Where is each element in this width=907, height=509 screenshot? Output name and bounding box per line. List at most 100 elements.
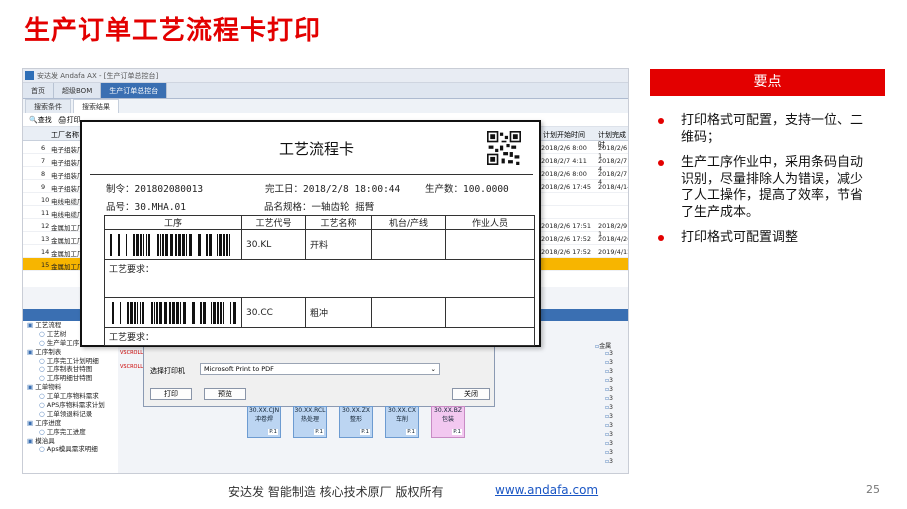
- process-name: 开料: [305, 229, 372, 260]
- folder-icon: ▣: [27, 436, 34, 445]
- machine-cell: [371, 229, 446, 260]
- folder-icon: ▣: [27, 321, 34, 329]
- flow-node[interactable]: 30.XX.CX 车削 P.1: [385, 406, 419, 438]
- tree-item[interactable]: ▫3: [593, 422, 628, 431]
- tree-item[interactable]: ▫3: [593, 386, 628, 395]
- row-factory: 金属加工厂: [51, 224, 84, 232]
- tree-item[interactable]: ○ 工序完工进度: [23, 428, 118, 437]
- node-icon: ○: [39, 365, 45, 374]
- flow-code: 30.XX.CJN: [248, 407, 280, 414]
- preview-button[interactable]: 预览: [204, 388, 246, 400]
- flow-page: P.1: [314, 429, 324, 435]
- tab-search-results[interactable]: 搜索结果: [73, 99, 119, 113]
- node-icon: ○: [39, 427, 45, 436]
- row-number: 15: [41, 261, 50, 269]
- tree-item[interactable]: ▫3: [593, 377, 628, 386]
- list-item: 打印格式可配置调整: [654, 230, 872, 247]
- row-factory: 金属加工厂: [51, 237, 84, 245]
- row-number: 7: [41, 157, 46, 165]
- node-icon: ○: [39, 356, 45, 365]
- tab-home[interactable]: 首页: [23, 83, 54, 98]
- node-icon: ○: [39, 401, 45, 410]
- flow-code: 30.XX.CX: [388, 407, 416, 414]
- flow-node[interactable]: 30.XX.RCL 热处理 P.1: [293, 406, 327, 438]
- flow-node[interactable]: 30.XX.CJN 冲卷焊 P.1: [247, 406, 281, 438]
- tree-item[interactable]: ▫3: [593, 413, 628, 422]
- tree-item[interactable]: ▫3: [593, 458, 628, 467]
- flow-name: 冲卷焊: [254, 416, 273, 423]
- flow-node[interactable]: 30.XX.BZ 包装 P.1: [431, 406, 465, 438]
- tree-item[interactable]: ▫3: [593, 431, 628, 440]
- process-card: 工艺流程卡 制令：201802080013 完工日：2018/2/8 18:00…: [80, 120, 541, 347]
- points-header: 要点: [650, 69, 885, 96]
- col-plan-start[interactable]: 计划开始时间: [543, 130, 585, 140]
- tree-item[interactable]: ▣ 工序进度: [23, 419, 118, 428]
- finish-time: 完工日：2018/2/8 18:00:44: [265, 184, 401, 195]
- points-list: 打印格式可配置，支持一位、二维码； 生产工序作业中，采用条码自动识别，尽量排除人…: [654, 113, 872, 256]
- side-label: VSCROLL: [120, 350, 144, 356]
- flow-page: P.1: [360, 429, 370, 435]
- th-process: 工序: [104, 215, 242, 230]
- window-titlebar: 安达发 Andafa AX - [生产订单总控台]: [23, 69, 628, 83]
- tree-item[interactable]: ▣ 工序制表: [23, 348, 118, 357]
- tree-item[interactable]: ○ 工单工序物料需求: [23, 392, 118, 401]
- tree-item[interactable]: ○ 工序制表甘特图: [23, 365, 118, 374]
- flow-name: 整形: [349, 416, 362, 423]
- row-plan-start: 2018/2/6 17:52: [541, 235, 591, 243]
- tree-item[interactable]: ▫3: [593, 359, 628, 368]
- tree-item[interactable]: ▫3: [593, 368, 628, 377]
- row-factory: 电子组装厂: [51, 172, 84, 180]
- row-factory: 电子组装厂: [51, 159, 84, 167]
- col-factory[interactable]: 工厂名称: [51, 130, 79, 140]
- row-factory: 电线电缆厂: [51, 211, 84, 219]
- print-confirm-button[interactable]: 打印: [150, 388, 192, 400]
- tab-order-console[interactable]: 生产订单总控台: [101, 83, 168, 98]
- process-code: 30.CC: [241, 297, 306, 328]
- flow-page: P.1: [268, 429, 278, 435]
- row-plan-start: 2018/2/6 17:45: [541, 183, 591, 191]
- barcode: [104, 297, 242, 328]
- qr-code-icon: [487, 131, 521, 165]
- row-plan-start: 2018/2/6 17:52: [541, 248, 591, 256]
- row-factory: 电子组装厂: [51, 146, 84, 154]
- node-icon: ○: [39, 445, 45, 454]
- tree-item[interactable]: ▫金属: [593, 341, 628, 350]
- folder-icon: ▣: [27, 418, 34, 427]
- close-button[interactable]: 关闭: [452, 388, 490, 400]
- tree-item[interactable]: ○ Aps模具需求明细: [23, 445, 118, 454]
- folder-icon: ▣: [27, 383, 34, 392]
- list-item: 生产工序作业中，采用条码自动识别，尽量排除人为错误，减少了人工操作，提高了效率，…: [654, 155, 872, 221]
- row-plan-start: 2018/2/6 8:00: [541, 170, 587, 178]
- machine-cell: [371, 297, 446, 328]
- folder-icon: ▣: [27, 347, 34, 356]
- tree-item[interactable]: ○ 工单领退料记录: [23, 410, 118, 419]
- part-number: 品号：30.MHA.01: [106, 202, 186, 213]
- tree-item[interactable]: ▫3: [593, 404, 628, 413]
- tab-super-bom[interactable]: 超级BOM: [54, 83, 102, 98]
- tree-item[interactable]: ▫3: [593, 449, 628, 458]
- row-number: 13: [41, 235, 50, 243]
- row-factory: 金属加工厂: [51, 250, 84, 258]
- flow-node[interactable]: 30.XX.ZX 整形 P.1: [339, 406, 373, 438]
- footer-link[interactable]: www.andafa.com: [495, 483, 598, 497]
- tree-item[interactable]: ▣ 工单物料: [23, 383, 118, 392]
- slide-title: 生产订单工艺流程卡打印: [24, 16, 322, 46]
- order-number: 制令：201802080013: [106, 184, 204, 195]
- row-factory: 电子组装厂: [51, 185, 84, 193]
- tree-item[interactable]: ○ APS序物料需求计划: [23, 401, 118, 410]
- row-factory: 电线电缆厂: [51, 198, 84, 206]
- print-dialog: VSCROLL VSCROLL 选择打印机 Microsoft Print to…: [120, 345, 495, 407]
- flow-name: 热处理: [300, 416, 319, 423]
- print-button[interactable]: 🖨打印: [58, 115, 81, 124]
- tree-item[interactable]: ▫3: [593, 395, 628, 404]
- printer-select[interactable]: Microsoft Print to PDF ⌄: [200, 363, 440, 375]
- tab-search-conditions[interactable]: 搜索条件: [25, 99, 71, 113]
- list-item: 打印格式可配置，支持一位、二维码；: [654, 113, 872, 146]
- requirement-row: 工艺要求：: [104, 259, 535, 298]
- find-button[interactable]: 🔍查找: [29, 115, 52, 124]
- row-number: 11: [41, 209, 50, 217]
- tree-item[interactable]: ▫3: [593, 350, 628, 359]
- node-icon: ○: [39, 374, 45, 383]
- tree-item[interactable]: ▫3: [593, 440, 628, 449]
- tree-item[interactable]: ○ 工序明细甘特图: [23, 374, 118, 383]
